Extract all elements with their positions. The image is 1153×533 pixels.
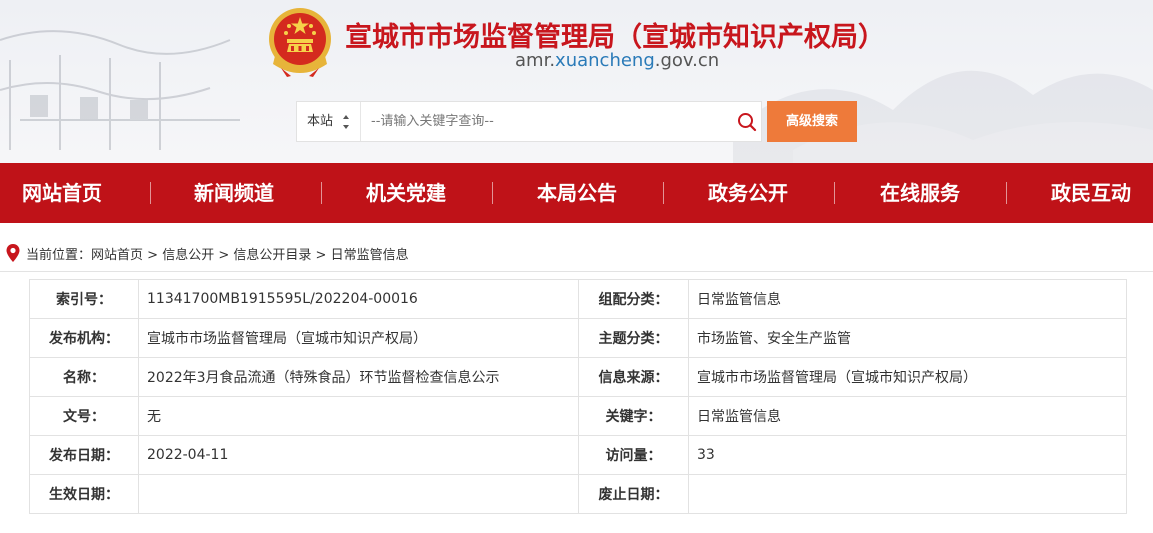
breadcrumb-item-home[interactable]: 网站首页: [91, 248, 143, 263]
field-value: 日常监管信息: [688, 279, 1127, 319]
nav-item-home[interactable]: 网站首页: [0, 163, 124, 223]
breadcrumb-item-info-catalog[interactable]: 信息公开目录: [233, 248, 311, 263]
table-row: 名称： 2022年3月食品流通（特殊食品）环节监督检查信息公示 信息来源： 宣城…: [29, 357, 1127, 397]
breadcrumb-separator: >: [311, 248, 331, 263]
location-pin-icon: [6, 244, 20, 262]
nav-item-gov-affairs[interactable]: 政务公开: [688, 163, 808, 223]
search-box: 本站: [296, 101, 762, 142]
breadcrumb-prefix: 当前位置：: [26, 248, 92, 263]
field-label: 废止日期：: [578, 474, 689, 514]
nav-separator: [1006, 182, 1007, 204]
site-title: 宣城市市场监督管理局（宣城市知识产权局）: [345, 22, 885, 53]
site-domain: amr.xuancheng.gov.cn: [515, 50, 719, 71]
field-value: [688, 474, 1127, 514]
architecture-decoration: [0, 30, 240, 150]
table-row: 发布日期： 2022-04-11 访问量： 33: [29, 435, 1127, 475]
field-label: 文号：: [29, 396, 139, 436]
field-label: 访问量：: [578, 435, 689, 475]
field-value: 2022-04-11: [138, 435, 579, 475]
field-value: [138, 474, 579, 514]
field-label: 组配分类：: [578, 279, 689, 319]
field-label: 主题分类：: [578, 318, 689, 358]
nav-item-news[interactable]: 新闻频道: [174, 163, 294, 223]
nav-item-online-services[interactable]: 在线服务: [860, 163, 980, 223]
field-value: 无: [138, 396, 579, 436]
site-header: 宣城市市场监督管理局（宣城市知识产权局） amr.xuancheng.gov.c…: [0, 0, 1153, 163]
nav-item-interaction[interactable]: 政民互动: [1031, 163, 1151, 223]
table-row: 索引号： 11341700MB1915595L/202204-00016 组配分…: [29, 279, 1127, 319]
field-label: 信息来源：: [578, 357, 689, 397]
advanced-search-button[interactable]: 高级搜索: [767, 101, 857, 142]
field-label: 发布日期：: [29, 435, 139, 475]
breadcrumb: 当前位置：网站首页 > 信息公开 > 信息公开目录 > 日常监管信息: [26, 244, 409, 263]
field-value: 宣城市市场监督管理局（宣城市知识产权局）: [138, 318, 579, 358]
nav-separator: [492, 182, 493, 204]
nav-item-party[interactable]: 机关党建: [346, 163, 466, 223]
field-value: 2022年3月食品流通（特殊食品）环节监督检查信息公示: [138, 357, 579, 397]
field-label: 名称：: [29, 357, 139, 397]
breadcrumb-separator: >: [143, 248, 163, 263]
breadcrumb-separator: >: [214, 248, 234, 263]
field-label: 索引号：: [29, 279, 139, 319]
table-row: 生效日期： 废止日期：: [29, 474, 1127, 514]
search-scope-select[interactable]: 本站: [297, 102, 361, 141]
domain-suffix: .gov.cn: [654, 50, 720, 71]
search-icon[interactable]: [737, 112, 757, 132]
breadcrumb-divider: [0, 271, 1153, 272]
field-label: 生效日期：: [29, 474, 139, 514]
field-label: 发布机构：: [29, 318, 139, 358]
info-table: 索引号： 11341700MB1915595L/202204-00016 组配分…: [29, 279, 1127, 514]
national-emblem-icon: [269, 8, 331, 77]
breadcrumb-item-info-public[interactable]: 信息公开: [162, 248, 214, 263]
nav-separator: [663, 182, 664, 204]
search-scope-label: 本站: [307, 114, 334, 129]
updown-arrows-icon: [343, 115, 349, 129]
domain-prefix: amr.: [515, 50, 556, 71]
field-value: 日常监管信息: [688, 396, 1127, 436]
nav-item-notices[interactable]: 本局公告: [517, 163, 637, 223]
table-row: 发布机构： 宣城市市场监督管理局（宣城市知识产权局） 主题分类： 市场监管、安全…: [29, 318, 1127, 358]
table-row: 文号： 无 关键字： 日常监管信息: [29, 396, 1127, 436]
search-input[interactable]: [363, 102, 723, 141]
field-value: 11341700MB1915595L/202204-00016: [138, 279, 579, 319]
breadcrumb-item-daily-supervision[interactable]: 日常监管信息: [331, 248, 409, 263]
field-label: 关键字：: [578, 396, 689, 436]
nav-separator: [321, 182, 322, 204]
main-nav: 网站首页 新闻频道 机关党建 本局公告 政务公开 在线服务 政民互动: [0, 163, 1153, 223]
domain-highlight: xuancheng: [555, 50, 655, 71]
nav-separator: [834, 182, 835, 204]
field-value: 市场监管、安全生产监管: [688, 318, 1127, 358]
field-value: 33: [688, 435, 1127, 475]
field-value: 宣城市市场监督管理局（宣城市知识产权局）: [688, 357, 1127, 397]
nav-separator: [150, 182, 151, 204]
